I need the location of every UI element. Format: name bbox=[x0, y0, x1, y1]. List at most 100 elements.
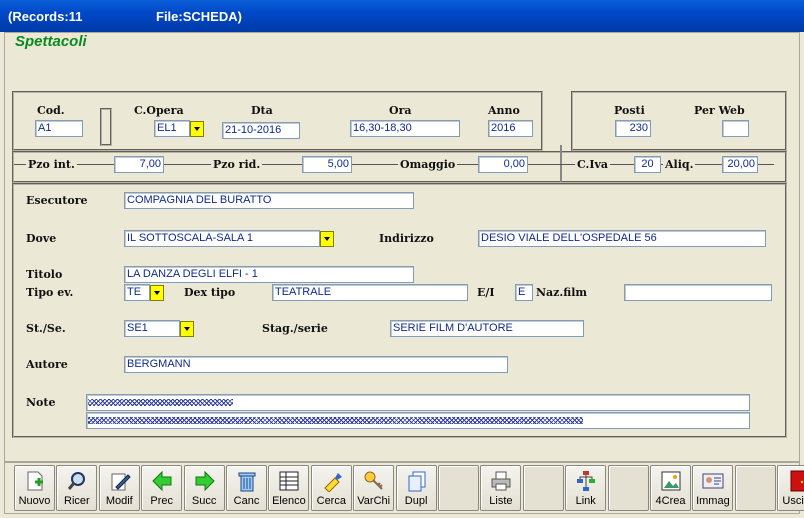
stse-dropdown-button[interactable] bbox=[180, 321, 194, 337]
toolbar-button-elenco[interactable]: Elenco bbox=[268, 465, 310, 511]
tipo-dropdown-button[interactable] bbox=[150, 285, 164, 301]
stag-serie-field[interactable]: SERIE FILM D'AUTORE bbox=[390, 320, 584, 337]
autore-label: Autore bbox=[26, 358, 68, 371]
civa-label: C.Iva bbox=[575, 158, 611, 171]
toolbar-button-liste[interactable]: Liste bbox=[480, 465, 522, 511]
file-name: File:SCHEDA) bbox=[156, 9, 242, 24]
highlighter-icon bbox=[321, 470, 343, 493]
tipo-label: Tipo ev. bbox=[26, 286, 74, 299]
indirizzo-label: Indirizzo bbox=[379, 232, 434, 245]
omaggio-field[interactable]: 0,00 bbox=[478, 156, 528, 173]
titolo-label: Titolo bbox=[26, 268, 63, 281]
toolbar-button-label: Canc bbox=[233, 495, 260, 507]
esecutore-field[interactable]: COMPAGNIA DEL BURATTO bbox=[124, 192, 414, 209]
id-card-icon bbox=[702, 470, 724, 492]
toolbar-button-ricer[interactable]: Ricer bbox=[56, 465, 98, 511]
form-title: Spettacoli bbox=[15, 33, 87, 50]
ora-field[interactable]: 16,30-18,30 bbox=[350, 120, 460, 137]
edit-icon bbox=[109, 470, 131, 492]
note-field-1[interactable] bbox=[86, 394, 750, 411]
autore-field[interactable]: BERGMANN bbox=[124, 356, 508, 373]
separator bbox=[100, 108, 112, 146]
main-info-group bbox=[12, 91, 543, 151]
dta-label: Dta bbox=[251, 104, 273, 117]
titolo-field[interactable]: LA DANZA DEGLI ELFI - 1 bbox=[124, 266, 414, 283]
toolbar-button-label: Uscita bbox=[782, 495, 804, 507]
ei-label: E/I bbox=[477, 286, 495, 299]
toolbar-button-label: Link bbox=[575, 495, 596, 507]
opera-label: C.Opera bbox=[134, 104, 184, 117]
dex-tipo-label: Dex tipo bbox=[184, 286, 236, 299]
toolbar-button-prec[interactable]: Prec bbox=[141, 465, 183, 511]
toolbar-button-cerca[interactable]: Cerca bbox=[310, 465, 352, 511]
toolbar-button-label: Liste bbox=[489, 495, 513, 507]
stse-field[interactable]: SE1 bbox=[124, 320, 180, 337]
arrow-left-icon bbox=[151, 470, 173, 492]
opera-field[interactable]: EL1 bbox=[154, 120, 190, 137]
pzo-int-label: Pzo int. bbox=[26, 158, 77, 171]
list-icon bbox=[278, 470, 300, 492]
toolbar-button-label: Ricer bbox=[64, 495, 90, 507]
ora-label: Ora bbox=[389, 104, 412, 117]
note-field-2[interactable] bbox=[86, 412, 750, 429]
aliq-field[interactable]: 20,00 bbox=[722, 156, 758, 173]
toolbar-button-label: Nuovo bbox=[18, 495, 51, 507]
new-document-icon bbox=[24, 470, 46, 492]
dta-field[interactable]: 21-10-2016 bbox=[222, 122, 300, 139]
omaggio-label: Omaggio bbox=[398, 158, 458, 171]
toolbar-button-varchi[interactable]: VarChi bbox=[353, 465, 395, 511]
naz-film-label: Naz.film bbox=[536, 286, 588, 299]
pzo-int-field[interactable]: 7,00 bbox=[114, 156, 164, 173]
toolbar-button-empty bbox=[734, 465, 776, 511]
naz-film-field[interactable] bbox=[624, 284, 772, 301]
dove-label: Dove bbox=[26, 232, 57, 245]
opera-dropdown-button[interactable] bbox=[190, 121, 204, 137]
toolbar-button-empty bbox=[438, 465, 479, 511]
web-field[interactable] bbox=[722, 120, 749, 137]
seats-group bbox=[571, 91, 787, 151]
aliq-label: Aliq. bbox=[663, 158, 696, 171]
toolbar-button-nuovo[interactable]: Nuovo bbox=[14, 465, 55, 511]
pzo-rid-label: Pzo rid. bbox=[211, 158, 263, 171]
keys-icon bbox=[363, 470, 385, 492]
toolbar-button-4crea[interactable]: 4Crea bbox=[650, 465, 691, 511]
indirizzo-field[interactable]: DESIO VIALE DELL'OSPEDALE 56 bbox=[478, 230, 766, 247]
toolbar-button-dupl[interactable]: Dupl bbox=[395, 465, 437, 511]
toolbar-button-uscita[interactable]: Uscita bbox=[777, 465, 804, 511]
records-count: (Records:11 bbox=[8, 9, 83, 24]
toolbar-button-label: Succ bbox=[191, 495, 217, 507]
tree-icon bbox=[575, 470, 597, 492]
note-label: Note bbox=[26, 396, 56, 409]
toolbar-button-label: Cerca bbox=[316, 495, 346, 507]
stag-serie-label: Stag./serie bbox=[262, 322, 328, 335]
toolbar-button-label: Elenco bbox=[272, 495, 306, 507]
printer-icon bbox=[490, 470, 512, 492]
civa-field[interactable]: 20 bbox=[634, 156, 661, 173]
dove-dropdown-button[interactable] bbox=[320, 231, 334, 247]
pzo-rid-field[interactable]: 5,00 bbox=[302, 156, 352, 173]
toolbar-button-canc[interactable]: Canc bbox=[226, 465, 267, 511]
copy-icon bbox=[406, 470, 428, 492]
toolbar-button-immag[interactable]: Immag bbox=[692, 465, 734, 511]
toolbar-button-link[interactable]: Link bbox=[565, 465, 607, 511]
dove-field[interactable]: IL SOTTOSCALA-SALA 1 bbox=[124, 230, 320, 247]
cod-label: Cod. bbox=[37, 104, 65, 117]
ei-field[interactable]: E bbox=[515, 284, 533, 301]
toolbar-button-label: VarChi bbox=[357, 495, 391, 507]
toolbar-button-succ[interactable]: Succ bbox=[183, 465, 225, 511]
toolbar-button-modif[interactable]: Modif bbox=[98, 465, 140, 511]
tipo-field[interactable]: TE bbox=[124, 284, 150, 301]
posti-label: Posti bbox=[614, 104, 645, 117]
cod-field[interactable]: A1 bbox=[35, 120, 83, 137]
arrow-right-icon bbox=[194, 470, 216, 492]
posti-field[interactable]: 230 bbox=[615, 120, 651, 137]
esecutore-label: Esecutore bbox=[26, 194, 88, 207]
toolbar-button-label: Prec bbox=[150, 495, 173, 507]
dex-tipo-field[interactable]: TEATRALE bbox=[272, 284, 468, 301]
stse-label: St./Se. bbox=[26, 322, 66, 335]
anno-field[interactable]: 2016 bbox=[488, 120, 533, 137]
search-icon bbox=[66, 470, 88, 492]
toolbar-button-label: 4Crea bbox=[655, 495, 686, 507]
image-create-icon bbox=[660, 470, 682, 492]
toolbar-button-label: Dupl bbox=[404, 495, 428, 507]
